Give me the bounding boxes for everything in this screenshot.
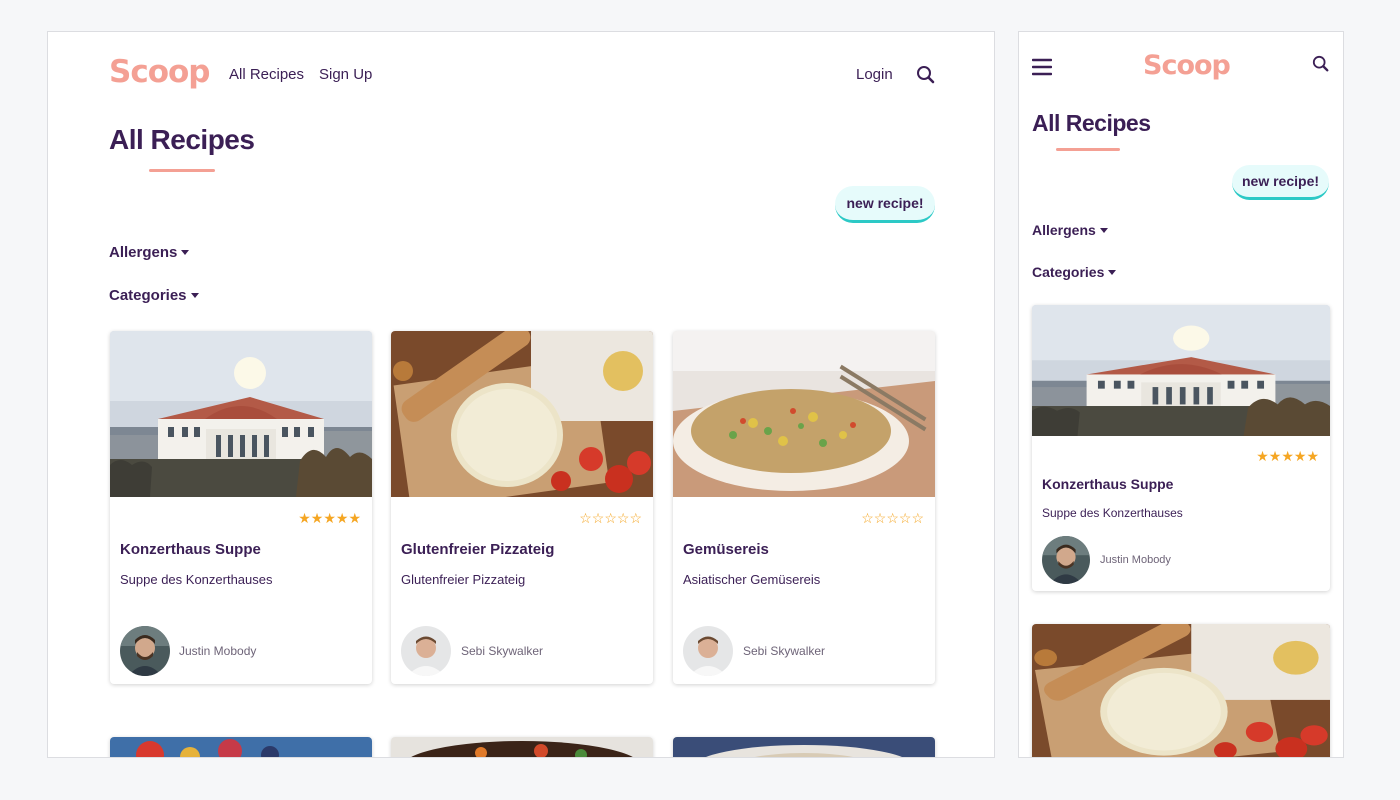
recipe-image	[1032, 305, 1330, 436]
avatar	[401, 626, 451, 676]
recipe-card[interactable]	[1032, 624, 1330, 758]
caret-down-icon	[1108, 269, 1117, 275]
rating-stars: ☆☆☆☆☆	[861, 510, 924, 526]
author-name: Sebi Skywalker	[743, 644, 826, 658]
categories-label: Categories	[109, 287, 187, 304]
title-underline	[149, 169, 215, 172]
caret-down-icon	[1099, 227, 1108, 233]
hamburger-menu-icon[interactable]	[1032, 58, 1052, 76]
author-name: Justin Mobody	[179, 644, 257, 658]
search-icon[interactable]	[916, 65, 936, 85]
author-name: Justin Mobody	[1100, 554, 1171, 566]
recipe-card[interactable]	[110, 737, 372, 758]
recipe-card[interactable]	[391, 737, 653, 758]
recipe-card[interactable]	[673, 737, 935, 758]
rating-stars: ★★★★★	[1256, 448, 1319, 464]
recipe-image	[110, 737, 372, 758]
categories-label: Categories	[1032, 264, 1105, 280]
recipe-title: Gemüsereis	[683, 541, 769, 558]
avatar	[683, 626, 733, 676]
recipe-description: Asiatischer Gemüsereis	[683, 572, 821, 587]
recipe-description: Suppe des Konzerthauses	[1042, 506, 1183, 520]
recipe-image	[391, 737, 653, 758]
recipe-image	[673, 331, 935, 497]
caret-down-icon	[181, 250, 190, 255]
author-name: Sebi Skywalker	[461, 644, 544, 658]
page-title: All Recipes	[109, 124, 255, 155]
nav-login[interactable]: Login	[856, 66, 893, 83]
recipe-card[interactable]: ☆☆☆☆☆ Glutenfreier Pizzateig Glutenfreie…	[391, 331, 653, 684]
avatar	[120, 626, 170, 676]
recipe-description: Suppe des Konzerthauses	[120, 572, 273, 587]
recipe-image	[391, 331, 653, 497]
logo[interactable]: Scoop	[109, 54, 210, 90]
recipe-image	[110, 331, 372, 497]
allergens-label: Allergens	[1032, 222, 1096, 238]
recipe-title: Glutenfreier Pizzateig	[401, 541, 555, 558]
recipe-card[interactable]: ★★★★★ Konzerthaus Suppe Suppe des Konzer…	[1032, 305, 1330, 591]
title-underline	[1056, 148, 1120, 151]
allergens-filter[interactable]: Allergens	[1032, 222, 1108, 238]
recipe-description: Glutenfreier Pizzateig	[401, 572, 526, 587]
recipe-image	[673, 737, 935, 758]
allergens-label: Allergens	[109, 244, 178, 261]
page-title: All Recipes	[1032, 110, 1151, 136]
recipe-title: Konzerthaus Suppe	[120, 541, 261, 558]
nav-all-recipes[interactable]: All Recipes	[229, 66, 304, 83]
desktop-view: Scoop All Recipes Sign Up Login All Reci…	[47, 31, 995, 758]
caret-down-icon	[190, 293, 199, 298]
logo[interactable]: Scoop	[1143, 50, 1231, 81]
new-recipe-button[interactable]: new recipe!	[835, 186, 935, 223]
recipe-title: Konzerthaus Suppe	[1042, 476, 1174, 492]
recipe-image	[1032, 624, 1330, 758]
avatar	[1042, 536, 1090, 584]
recipe-card[interactable]: ☆☆☆☆☆ Gemüsereis Asiatischer Gemüsereis …	[673, 331, 935, 684]
rating-stars: ☆☆☆☆☆	[579, 510, 642, 526]
allergens-filter[interactable]: Allergens	[109, 244, 190, 261]
nav-sign-up[interactable]: Sign Up	[319, 66, 372, 83]
mobile-view: Scoop All Recipes new recipe! Allergens …	[1018, 31, 1344, 758]
rating-stars: ★★★★★	[298, 510, 361, 526]
recipe-card[interactable]: ★★★★★ Konzerthaus Suppe Suppe des Konzer…	[110, 331, 372, 684]
new-recipe-button[interactable]: new recipe!	[1232, 165, 1329, 200]
categories-filter[interactable]: Categories	[1032, 264, 1117, 280]
categories-filter[interactable]: Categories	[109, 287, 199, 304]
search-icon[interactable]	[1312, 55, 1330, 73]
